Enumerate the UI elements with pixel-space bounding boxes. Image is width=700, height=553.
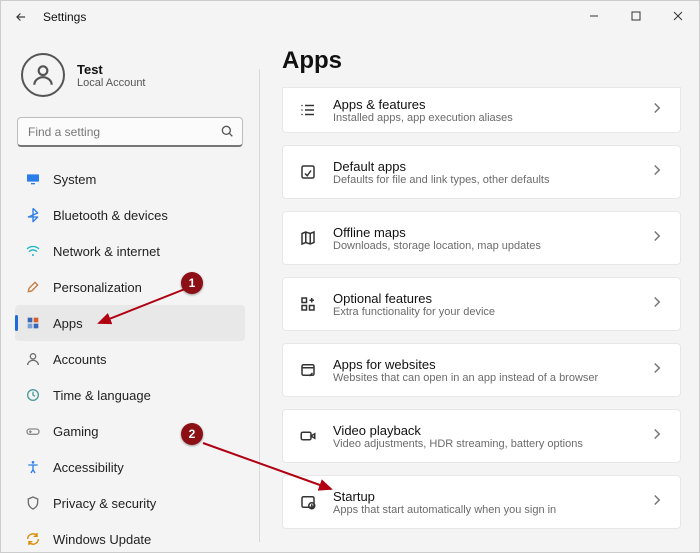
card-subtitle: Extra functionality for your device <box>333 306 634 318</box>
sidebar-item-label: Time & language <box>53 388 151 403</box>
avatar-icon <box>21 53 65 97</box>
accessibility-icon <box>25 458 41 476</box>
sidebar-item-label: Apps <box>53 316 83 331</box>
sidebar-item-update[interactable]: Windows Update <box>15 521 245 552</box>
nav-list: System Bluetooth & devices Network & inter… <box>15 161 245 552</box>
window-title: Settings <box>43 10 86 24</box>
card-title: Default apps <box>333 159 634 174</box>
card-text: Offline mapsDownloads, storage location,… <box>333 225 634 252</box>
update-icon <box>25 530 41 548</box>
sidebar-item-personalization[interactable]: Personalization <box>15 269 245 305</box>
card-subtitle: Video adjustments, HDR streaming, batter… <box>333 438 634 450</box>
sidebar-item-label: Windows Update <box>53 532 151 547</box>
card-title: Apps & features <box>333 97 634 112</box>
sidebar-item-label: Personalization <box>53 280 142 295</box>
apps-icon <box>25 314 41 332</box>
sidebar-item-bluetooth[interactable]: Bluetooth & devices <box>15 197 245 233</box>
sidebar-item-network[interactable]: Network & internet <box>15 233 245 269</box>
search-icon <box>219 123 235 144</box>
display-icon <box>25 170 41 188</box>
sidebar-item-apps[interactable]: Apps <box>15 305 245 341</box>
card-subtitle: Defaults for file and link types, other … <box>333 174 634 186</box>
shield-icon <box>25 494 41 512</box>
card-startup[interactable]: StartupApps that start automatically whe… <box>282 475 681 529</box>
sidebar-item-system[interactable]: System <box>15 161 245 197</box>
account-name: Test <box>77 62 146 77</box>
card-video-playback[interactable]: Video playbackVideo adjustments, HDR str… <box>282 409 681 463</box>
chevron-right-icon <box>648 99 666 122</box>
annotation-marker-2: 2 <box>181 423 203 445</box>
video-icon <box>297 427 319 445</box>
settings-window: Settings Test Local Account <box>0 0 700 553</box>
card-subtitle: Installed apps, app execution aliases <box>333 112 634 124</box>
chevron-right-icon <box>648 227 666 250</box>
annotation-marker-1: 1 <box>181 272 203 294</box>
card-title: Apps for websites <box>333 357 634 372</box>
account-type: Local Account <box>77 77 146 89</box>
web-app-icon <box>297 361 319 379</box>
card-subtitle: Apps that start automatically when you s… <box>333 504 634 516</box>
account-block[interactable]: Test Local Account <box>15 41 245 111</box>
back-button[interactable] <box>9 5 33 29</box>
close-button[interactable] <box>657 1 699 31</box>
card-title: Offline maps <box>333 225 634 240</box>
sidebar-item-label: Accessibility <box>53 460 124 475</box>
globe-clock-icon <box>25 386 41 404</box>
card-title: Startup <box>333 489 634 504</box>
main-panel: Apps Apps & featuresInstalled apps, app … <box>260 33 699 552</box>
chevron-right-icon <box>648 359 666 382</box>
account-text: Test Local Account <box>77 62 146 89</box>
sidebar-item-time[interactable]: Time & language <box>15 377 245 413</box>
gamepad-icon <box>25 422 41 440</box>
wifi-icon <box>25 242 41 260</box>
sidebar-item-label: Gaming <box>53 424 99 439</box>
card-title: Video playback <box>333 423 634 438</box>
search-wrap <box>17 117 243 147</box>
plus-grid-icon <box>297 295 319 313</box>
card-default-apps[interactable]: Default appsDefaults for file and link t… <box>282 145 681 199</box>
sidebar-item-label: Network & internet <box>53 244 160 259</box>
brush-icon <box>25 278 41 296</box>
sidebar-item-privacy[interactable]: Privacy & security <box>15 485 245 521</box>
sidebar-item-accounts[interactable]: Accounts <box>15 341 245 377</box>
list-icon <box>297 101 319 119</box>
minimize-button[interactable] <box>573 1 615 31</box>
cards-list: Apps & featuresInstalled apps, app execu… <box>282 87 681 529</box>
body: Test Local Account System Bluetooth & dev… <box>1 33 699 552</box>
card-title: Optional features <box>333 291 634 306</box>
card-text: Optional featuresExtra functionality for… <box>333 291 634 318</box>
card-text: Apps for websitesWebsites that can open … <box>333 357 634 384</box>
chevron-right-icon <box>648 491 666 514</box>
card-subtitle: Websites that can open in an app instead… <box>333 372 634 384</box>
window-controls <box>573 1 699 31</box>
page-title: Apps <box>282 47 681 75</box>
chevron-right-icon <box>648 425 666 448</box>
card-optional-features[interactable]: Optional featuresExtra functionality for… <box>282 277 681 331</box>
maximize-button[interactable] <box>615 1 657 31</box>
card-subtitle: Downloads, storage location, map updates <box>333 240 634 252</box>
card-apps-features[interactable]: Apps & featuresInstalled apps, app execu… <box>282 87 681 133</box>
sidebar-item-gaming[interactable]: Gaming <box>15 413 245 449</box>
sidebar-item-label: System <box>53 172 96 187</box>
card-text: Apps & featuresInstalled apps, app execu… <box>333 97 634 124</box>
card-text: Video playbackVideo adjustments, HDR str… <box>333 423 634 450</box>
chevron-right-icon <box>648 161 666 184</box>
sidebar: Test Local Account System Bluetooth & dev… <box>1 33 259 552</box>
card-apps-for-websites[interactable]: Apps for websitesWebsites that can open … <box>282 343 681 397</box>
bluetooth-icon <box>25 206 41 224</box>
sidebar-item-accessibility[interactable]: Accessibility <box>15 449 245 485</box>
startup-icon <box>297 493 319 511</box>
card-text: StartupApps that start automatically whe… <box>333 489 634 516</box>
card-text: Default appsDefaults for file and link t… <box>333 159 634 186</box>
chevron-right-icon <box>648 293 666 316</box>
search-input[interactable] <box>17 117 243 147</box>
map-icon <box>297 229 319 247</box>
sidebar-item-label: Privacy & security <box>53 496 156 511</box>
person-icon <box>25 350 41 368</box>
title-bar: Settings <box>1 1 699 33</box>
sidebar-item-label: Bluetooth & devices <box>53 208 168 223</box>
default-apps-icon <box>297 163 319 181</box>
card-offline-maps[interactable]: Offline mapsDownloads, storage location,… <box>282 211 681 265</box>
sidebar-item-label: Accounts <box>53 352 106 367</box>
